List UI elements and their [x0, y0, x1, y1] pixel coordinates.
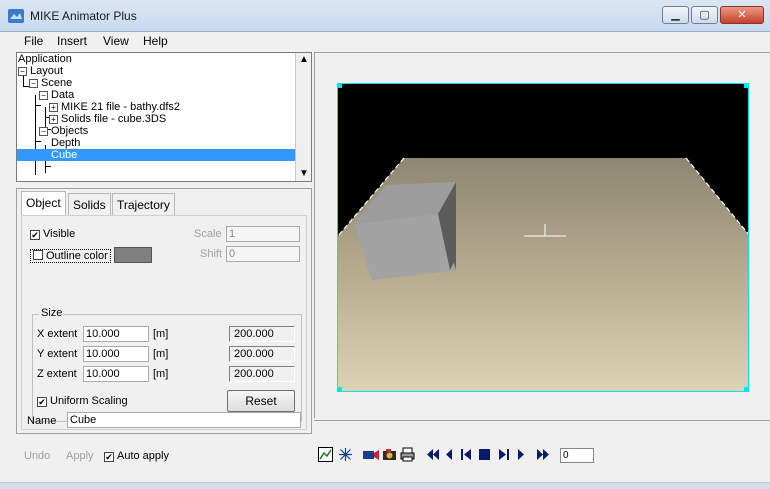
undo-button[interactable]: Undo	[24, 450, 50, 462]
outline-color-swatch[interactable]	[113, 247, 152, 263]
y-extent-readout: 200.000	[229, 346, 295, 362]
y-extent-label: Y extent	[37, 348, 78, 360]
frame-input[interactable]: 0	[560, 448, 594, 463]
tree-item-application[interactable]: Application	[18, 53, 72, 65]
collapse-icon[interactable]: −	[18, 67, 27, 76]
size-group: Size X extent 10.000 [m] 200.000 Y exten…	[32, 307, 302, 422]
maximize-icon: ▢	[699, 9, 710, 21]
name-input[interactable]: Cube	[67, 412, 301, 428]
collapse-icon[interactable]: −	[39, 91, 48, 100]
properties-panel: Object Solids Trajectory ✔ Visible Scale …	[16, 188, 312, 434]
size-group-title: Size	[39, 307, 65, 319]
auto-apply-checkbox[interactable]: ✔ Auto apply	[104, 450, 169, 462]
z-extent-input[interactable]: 10.000	[83, 366, 149, 382]
z-extent-readout: 200.000	[229, 366, 295, 382]
fast-forward-icon[interactable]	[536, 447, 550, 462]
window-title: MIKE Animator Plus	[30, 9, 137, 23]
minimize-button[interactable]: ▁	[662, 6, 689, 24]
check-icon: ✔	[30, 230, 40, 240]
name-label: Name	[27, 415, 57, 427]
menu-insert[interactable]: Insert	[57, 34, 87, 48]
tree-connector	[35, 105, 41, 106]
tree-item-depth[interactable]: Depth	[51, 137, 80, 149]
x-extent-readout: 200.000	[229, 326, 295, 342]
reset-button[interactable]: Reset	[227, 390, 295, 412]
x-unit-label: [m]	[153, 328, 169, 340]
visible-checkbox[interactable]: ✔ Visible	[30, 228, 75, 240]
tree-connector	[35, 141, 41, 142]
x-extent-input[interactable]: 10.000	[83, 326, 149, 342]
expand-icon[interactable]: +	[49, 115, 58, 124]
apply-button[interactable]: Apply	[66, 450, 94, 462]
menu-bar: File Insert View Help	[0, 32, 770, 50]
collapse-icon[interactable]: −	[29, 79, 38, 88]
shift-label: Shift	[200, 248, 223, 260]
go-end-icon[interactable]	[498, 447, 510, 462]
title-bar: MIKE Animator Plus ▁ ▢ ✕	[0, 0, 770, 32]
scene-render	[338, 84, 748, 391]
tab-trajectory[interactable]: Trajectory	[112, 193, 175, 215]
camera-icon[interactable]	[382, 447, 397, 462]
tree-item-layout[interactable]: − Layout	[18, 65, 63, 77]
viewport-corner-handle	[744, 84, 748, 88]
apply-bar: Undo Apply ✔ Auto apply	[16, 444, 312, 468]
tab-solids[interactable]: Solids	[68, 193, 111, 215]
z-extent-label: Z extent	[37, 368, 77, 380]
asterisk-icon[interactable]	[338, 447, 353, 462]
z-unit-label: [m]	[153, 368, 169, 380]
scroll-down-icon[interactable]: ▼	[297, 167, 311, 181]
tree-connector	[45, 166, 51, 167]
uniform-scaling-checkbox[interactable]: ✔ Uniform Scaling	[37, 395, 128, 407]
y-extent-input[interactable]: 10.000	[83, 346, 149, 362]
status-bar	[0, 482, 770, 489]
checkbox-box	[33, 250, 43, 260]
app-icon	[8, 9, 24, 23]
expand-icon[interactable]: +	[49, 103, 58, 112]
chart-icon[interactable]	[318, 447, 333, 462]
viewport-corner-handle	[338, 84, 342, 88]
minimize-icon: ▁	[671, 9, 680, 21]
video-camera-icon[interactable]	[362, 447, 380, 462]
playback-toolbar: 0	[314, 420, 770, 470]
tree-item-cube[interactable]: Cube	[17, 149, 296, 161]
tree-item-solids-file[interactable]: + Solids file - cube.3DS	[49, 113, 166, 125]
stop-icon[interactable]	[478, 447, 491, 462]
viewport-corner-handle	[338, 387, 342, 391]
menu-view[interactable]: View	[103, 34, 129, 48]
maximize-button[interactable]: ▢	[691, 6, 718, 24]
3d-viewport[interactable]	[337, 83, 749, 392]
tree-item-data[interactable]: − Data	[39, 89, 74, 101]
x-extent-label: X extent	[37, 328, 78, 340]
rewind-icon[interactable]	[426, 447, 440, 462]
scroll-up-icon[interactable]: ▲	[297, 53, 311, 67]
tree-scrollbar[interactable]: ▲ ▼	[295, 53, 311, 181]
viewport-corner-handle	[744, 387, 748, 391]
tree-item-objects[interactable]: − Objects	[39, 125, 88, 137]
view-area	[314, 52, 770, 418]
scale-field: 1	[226, 226, 300, 242]
go-start-icon[interactable]	[460, 447, 472, 462]
object-tab-content: ✔ Visible Scale 1 Outline color Shift 0 S…	[21, 215, 307, 430]
tree-connector	[35, 95, 36, 175]
step-back-icon[interactable]	[444, 447, 454, 462]
check-icon: ✔	[104, 452, 114, 462]
shift-field: 0	[226, 246, 300, 262]
close-icon: ✕	[737, 9, 747, 21]
y-unit-label: [m]	[153, 348, 169, 360]
close-button[interactable]: ✕	[720, 6, 764, 24]
outline-color-checkbox[interactable]: Outline color	[30, 247, 152, 263]
scene-tree[interactable]: Application − Layout − Scene − Data + MIKE 2…	[16, 52, 312, 182]
scale-label: Scale	[194, 228, 222, 240]
tree-item-scene[interactable]: − Scene	[29, 77, 72, 89]
menu-help[interactable]: Help	[143, 34, 168, 48]
check-icon: ✔	[37, 397, 47, 407]
menu-file[interactable]: File	[24, 34, 43, 48]
collapse-icon[interactable]: −	[39, 127, 48, 136]
tree-item-mike21-file[interactable]: + MIKE 21 file - bathy.dfs2	[49, 101, 180, 113]
tab-object[interactable]: Object	[21, 191, 66, 216]
print-icon[interactable]	[400, 447, 415, 462]
step-forward-icon[interactable]	[516, 447, 526, 462]
